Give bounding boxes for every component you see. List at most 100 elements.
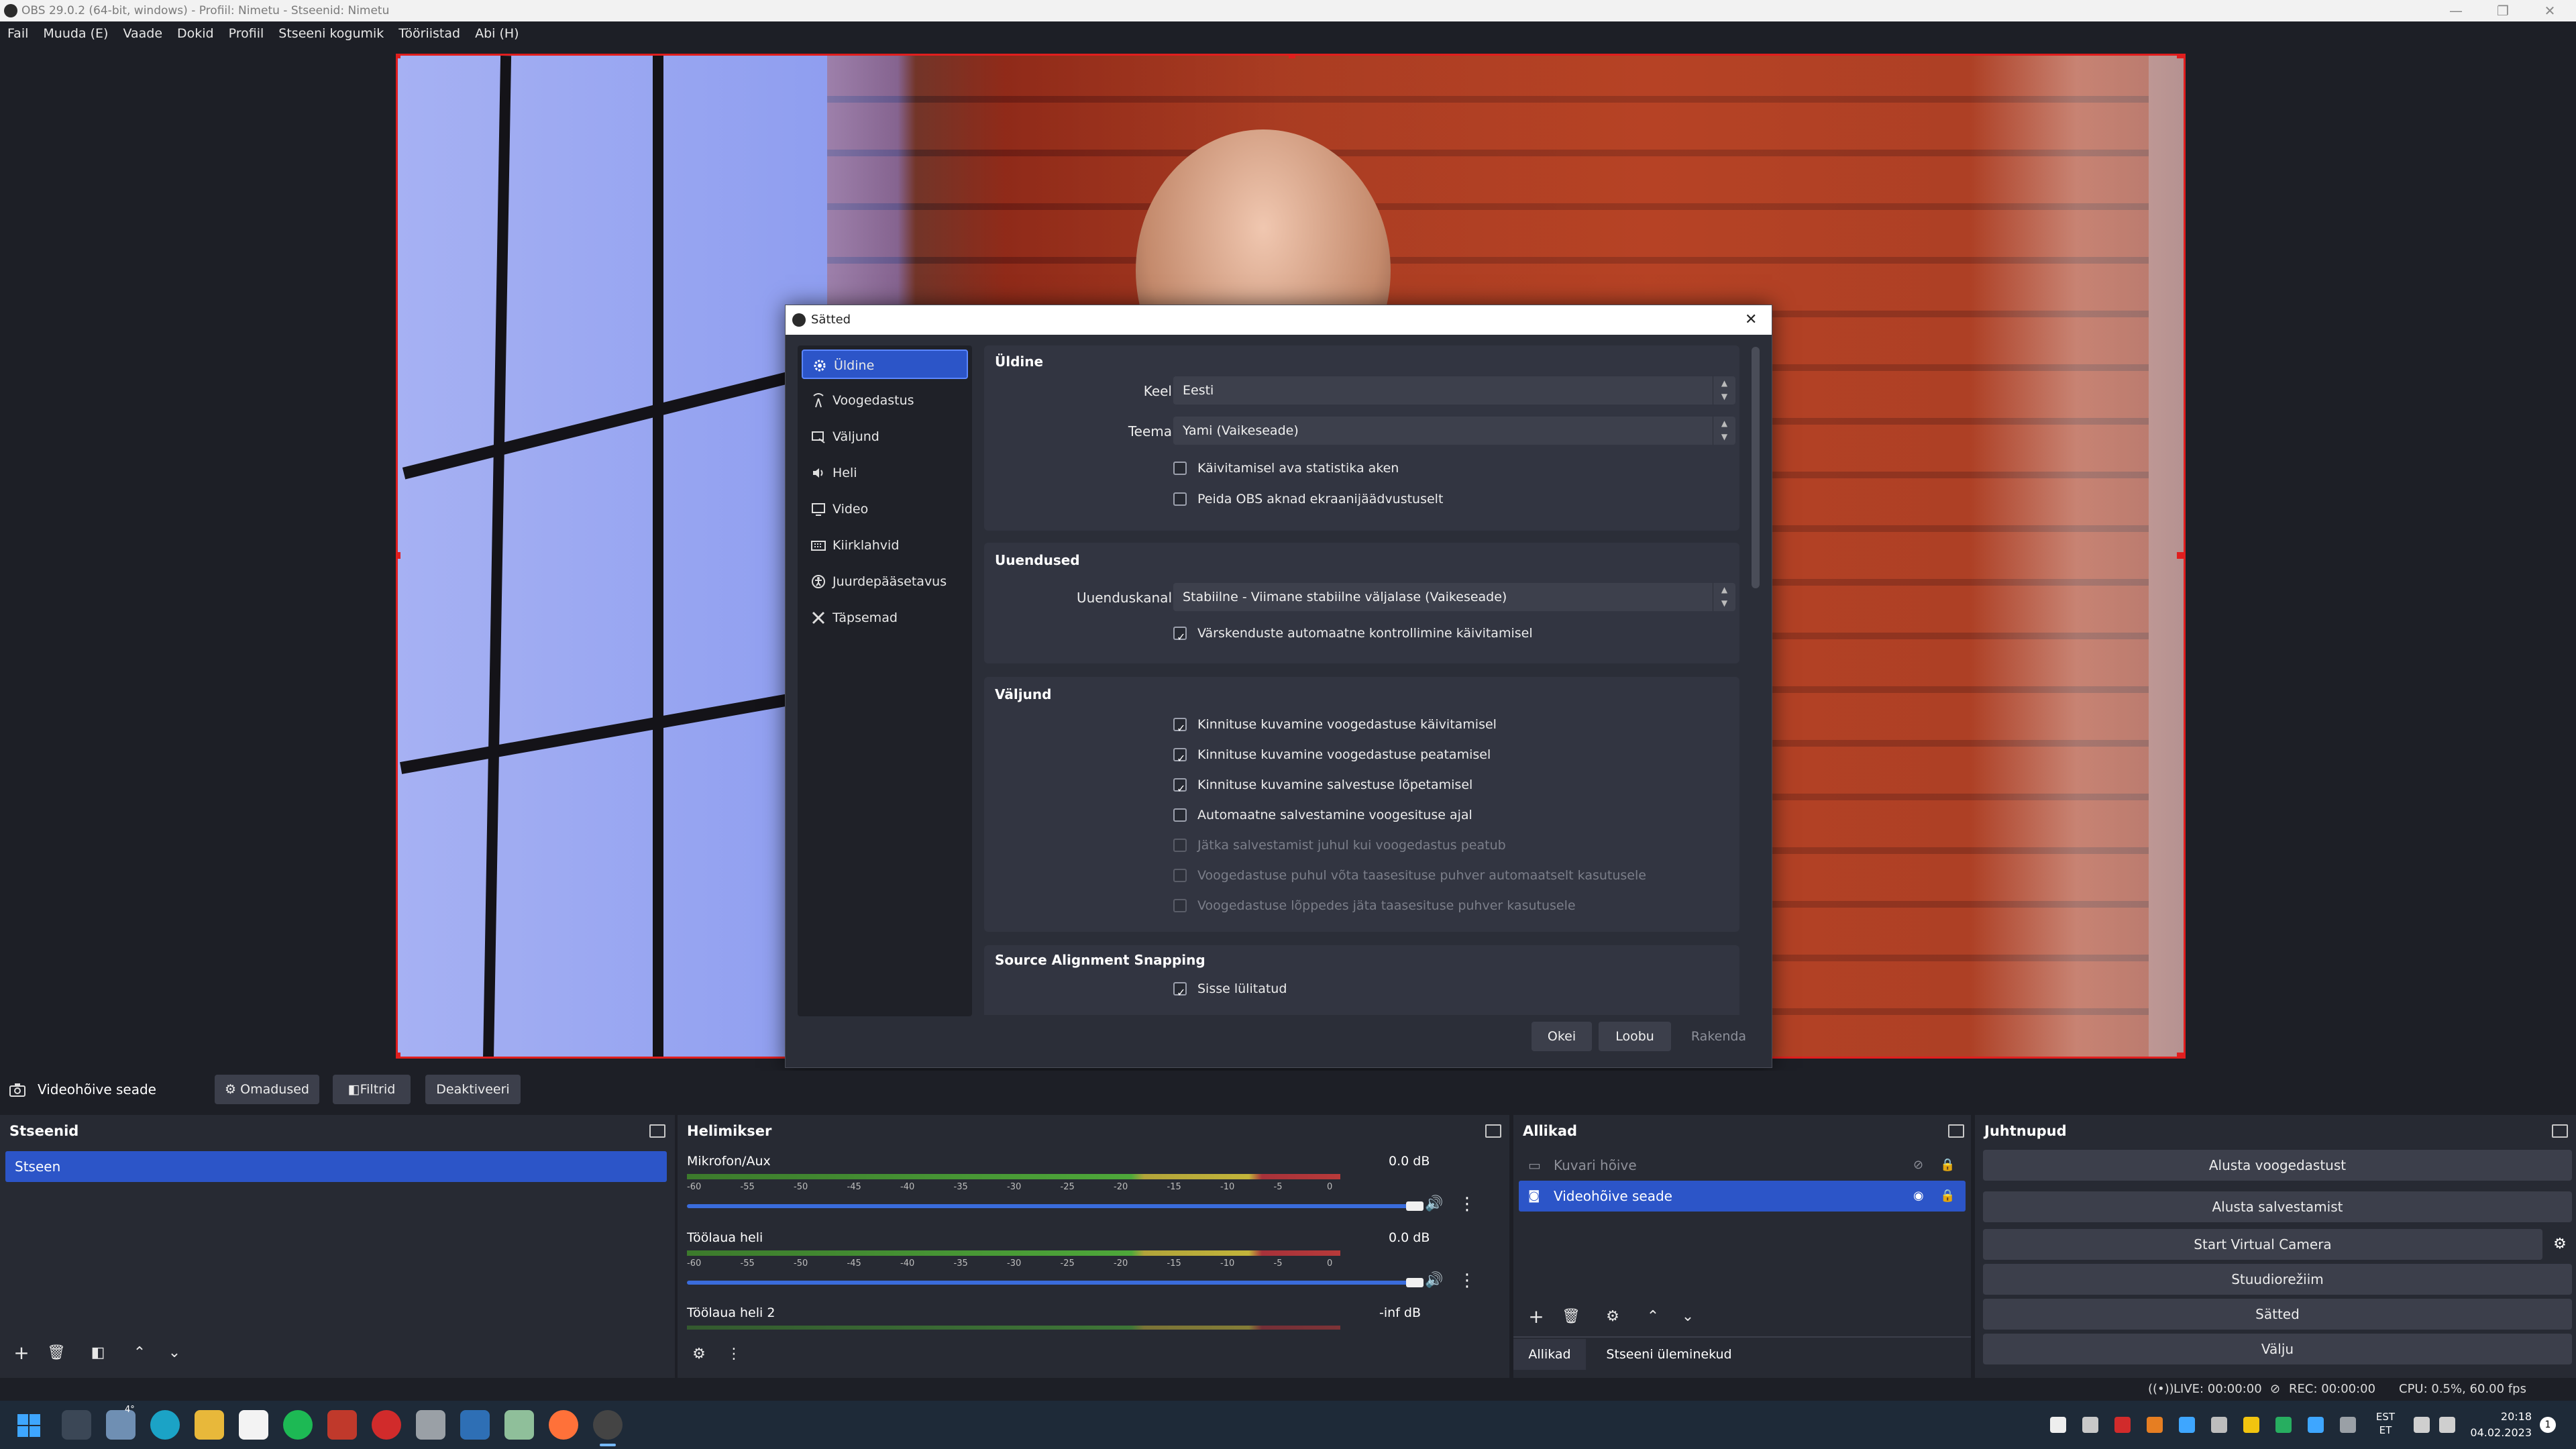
apply-button[interactable]: Rakenda: [1678, 1022, 1760, 1051]
notification-badge[interactable]: 1: [2540, 1417, 2556, 1433]
app-icon[interactable]: [283, 1410, 313, 1440]
dialog-close-icon[interactable]: ✕: [1745, 305, 1757, 335]
checkbox-open-stats[interactable]: Käivitamisel ava statistika aken: [1173, 458, 1399, 478]
checkbox-snapping-enabled[interactable]: ✓ Sisse lülitatud: [1173, 979, 1287, 999]
menu-scene-collection[interactable]: Stseeni kogumik: [271, 21, 391, 46]
undock-icon[interactable]: [2552, 1124, 2568, 1138]
tray-icon[interactable]: [2147, 1417, 2163, 1433]
tray-icon[interactable]: [2082, 1417, 2098, 1433]
resize-handle[interactable]: [2177, 56, 2184, 58]
nav-stream[interactable]: Voogedastus: [802, 386, 968, 415]
resize-handle[interactable]: [2177, 1053, 2184, 1057]
app-icon[interactable]: [504, 1410, 534, 1440]
menu-help[interactable]: Abi (H): [468, 21, 527, 46]
ok-button[interactable]: Okei: [1532, 1022, 1592, 1051]
store-icon[interactable]: [239, 1410, 268, 1440]
menu-view[interactable]: Vaade: [115, 21, 170, 46]
source-item[interactable]: ◙ Videohõive seade ◉ 🔒: [1519, 1181, 1966, 1212]
undock-icon[interactable]: [649, 1124, 665, 1138]
studio-mode-button[interactable]: Stuudiorežiim: [1983, 1264, 2572, 1295]
virtual-camera-settings-icon[interactable]: ⚙: [2546, 1229, 2573, 1260]
tray-icon[interactable]: [2243, 1417, 2259, 1433]
speaker-icon[interactable]: 🔊: [1425, 1195, 1443, 1212]
tray-icon[interactable]: [2179, 1417, 2195, 1433]
tab-sources[interactable]: Allikad: [1513, 1339, 1586, 1370]
nav-advanced[interactable]: Täpsemad: [802, 603, 968, 633]
tray-icon[interactable]: [2050, 1417, 2066, 1433]
weather-icon[interactable]: 4°: [106, 1405, 136, 1440]
speaker-icon[interactable]: 🔊: [1425, 1272, 1443, 1289]
update-channel-select[interactable]: Stabiilne - Viimane stabiilne väljalase …: [1173, 583, 1735, 611]
close-button[interactable]: ✕: [2526, 0, 2573, 21]
start-recording-button[interactable]: Alusta salvestamist: [1983, 1191, 2572, 1222]
scene-filters-icon[interactable]: ◧: [83, 1339, 113, 1368]
menu-file[interactable]: Fail: [0, 21, 36, 46]
tray-icon[interactable]: [2114, 1417, 2131, 1433]
resize-handle[interactable]: [1289, 56, 1295, 58]
deactivate-button[interactable]: Deaktiveeri: [425, 1075, 521, 1104]
obs-taskbar-icon[interactable]: [593, 1410, 623, 1440]
windows-start-icon[interactable]: [17, 1414, 40, 1437]
tray-icon[interactable]: [2211, 1417, 2227, 1433]
firefox-icon[interactable]: [549, 1410, 578, 1440]
advanced-audio-icon[interactable]: ⚙: [684, 1340, 714, 1370]
input-language[interactable]: EST ET: [2372, 1410, 2399, 1437]
nav-hotkeys[interactable]: Kiirklahvid: [802, 531, 968, 560]
clock[interactable]: 20:18 04.02.2023: [2467, 1409, 2532, 1441]
app-icon[interactable]: [416, 1410, 445, 1440]
menu-profile[interactable]: Profiil: [221, 21, 272, 46]
menu-docks[interactable]: Dokid: [170, 21, 221, 46]
properties-button[interactable]: ⚙ Omadused: [215, 1075, 319, 1104]
checkbox-auto-update[interactable]: ✓ Värskenduste automaatne kontrollimine k…: [1173, 623, 1533, 643]
lock-icon[interactable]: 🔒: [1940, 1181, 1955, 1212]
start-streaming-button[interactable]: Alusta voogedastust: [1983, 1150, 2572, 1181]
app-icon[interactable]: [372, 1410, 401, 1440]
source-properties-icon[interactable]: ⚙: [1598, 1303, 1627, 1332]
app-icon[interactable]: [460, 1410, 490, 1440]
move-up-icon[interactable]: ⌃: [1638, 1303, 1668, 1332]
tray-icon[interactable]: [2275, 1417, 2292, 1433]
eye-icon[interactable]: ◉: [1913, 1181, 1924, 1212]
remove-source-icon[interactable]: 🗑: [1556, 1303, 1586, 1332]
nav-general[interactable]: Üldine: [802, 350, 968, 379]
file-explorer-icon[interactable]: [195, 1410, 224, 1440]
nav-output[interactable]: Väljund: [802, 422, 968, 451]
undock-icon[interactable]: [1485, 1124, 1501, 1138]
move-down-icon[interactable]: ⌄: [160, 1339, 189, 1368]
checkbox-confirm-stream-start[interactable]: ✓ Kinnituse kuvamine voogedastuse käivita…: [1173, 714, 1497, 735]
checkbox-confirm-stream-stop[interactable]: ✓ Kinnituse kuvamine voogedastuse peatami…: [1173, 745, 1491, 765]
move-up-icon[interactable]: ⌃: [125, 1339, 154, 1368]
more-options-icon[interactable]: ⋮: [1458, 1271, 1476, 1291]
network-icon[interactable]: [2414, 1417, 2430, 1433]
cancel-button[interactable]: Loobu: [1599, 1022, 1671, 1051]
menu-edit[interactable]: Muuda (E): [36, 21, 115, 46]
volume-slider[interactable]: [687, 1278, 1424, 1287]
add-source-icon[interactable]: +: [1521, 1303, 1551, 1332]
source-item[interactable]: ▭ Kuvari hõive ⊘ 🔒: [1519, 1150, 1966, 1181]
nav-video[interactable]: Video: [802, 494, 968, 524]
resize-handle[interactable]: [398, 1053, 400, 1057]
app-icon[interactable]: [327, 1410, 357, 1440]
slider-knob[interactable]: [1406, 1278, 1424, 1287]
more-options-icon[interactable]: ⋮: [1458, 1194, 1476, 1214]
remove-scene-icon[interactable]: 🗑: [42, 1339, 71, 1368]
minimize-button[interactable]: —: [2432, 0, 2479, 21]
tab-scene-transitions[interactable]: Stseeni üleminekud: [1595, 1339, 1743, 1370]
add-scene-icon[interactable]: +: [7, 1339, 36, 1368]
tray-icon[interactable]: [2340, 1417, 2356, 1433]
hidden-eye-icon[interactable]: ⊘: [1913, 1150, 1923, 1181]
restore-button[interactable]: ❐: [2479, 0, 2526, 21]
settings-scrollbar[interactable]: [1752, 347, 1760, 588]
resize-handle[interactable]: [398, 552, 400, 559]
lock-icon[interactable]: 🔒: [1940, 1150, 1955, 1181]
mixer-menu-icon[interactable]: ⋮: [719, 1340, 749, 1370]
volume-slider[interactable]: [687, 1201, 1424, 1211]
edge-icon[interactable]: [150, 1410, 180, 1440]
slider-knob[interactable]: [1406, 1201, 1424, 1211]
move-down-icon[interactable]: ⌄: [1673, 1303, 1703, 1332]
task-view-icon[interactable]: [62, 1410, 91, 1440]
language-select[interactable]: Eesti ▲ ▼: [1173, 376, 1735, 405]
filters-button[interactable]: ◧Filtrid: [333, 1075, 411, 1104]
checkbox-keep-recording[interactable]: Jätka salvestamist juhul kui voogedastus…: [1173, 835, 1506, 855]
exit-button[interactable]: Välju: [1983, 1334, 2572, 1364]
